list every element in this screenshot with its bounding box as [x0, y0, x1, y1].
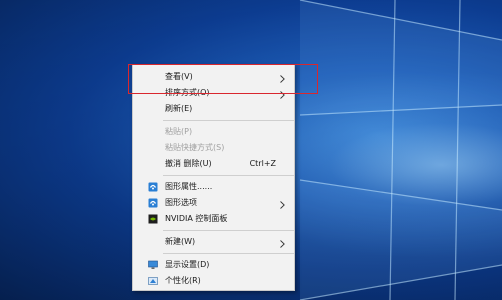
- intel-graphics-icon: [148, 198, 158, 208]
- menu-item-label: 图形属性......: [165, 182, 213, 191]
- menu-item-label: NVIDIA 控制面板: [165, 214, 228, 223]
- nvidia-icon: [148, 214, 158, 224]
- menu-item-label: 粘贴快捷方式(S): [165, 143, 225, 152]
- chevron-right-icon: [280, 199, 285, 209]
- menu-item-personalize[interactable]: 个性化(R): [133, 273, 294, 289]
- menu-item-label: 图形选项: [165, 198, 197, 207]
- menu-item-nvidia-control-panel[interactable]: NVIDIA 控制面板: [133, 211, 294, 227]
- menu-item-shortcut: Ctrl+Z: [249, 159, 276, 168]
- menu-item-graphics-properties[interactable]: 图形属性......: [133, 179, 294, 195]
- menu-item-graphics-options[interactable]: 图形选项: [133, 195, 294, 211]
- menu-item-paste-shortcut: 粘贴快捷方式(S): [133, 140, 294, 156]
- desktop-context-menu: 查看(V) 排序方式(O) 刷新(E) 粘贴(P) 粘贴快捷方式(S) 撤消 删除(U) C…: [132, 64, 295, 291]
- menu-item-undo-delete[interactable]: 撤消 删除(U) Ctrl+Z: [133, 156, 294, 172]
- menu-item-label: 显示设置(D): [165, 260, 210, 269]
- menu-item-label: 个性化(R): [165, 276, 201, 285]
- menu-item-display-settings[interactable]: 显示设置(D): [133, 257, 294, 273]
- menu-separator: [163, 175, 294, 176]
- menu-item-new[interactable]: 新建(W): [133, 234, 294, 250]
- view-item-highlight-box: [128, 64, 318, 94]
- menu-item-label: 粘贴(P): [165, 127, 193, 136]
- intel-graphics-icon: [148, 182, 158, 192]
- menu-separator: [163, 230, 294, 231]
- menu-item-paste: 粘贴(P): [133, 124, 294, 140]
- menu-item-label: 新建(W): [165, 237, 196, 246]
- personalize-icon: [148, 276, 158, 286]
- display-settings-icon: [148, 260, 158, 270]
- desktop[interactable]: 查看(V) 排序方式(O) 刷新(E) 粘贴(P) 粘贴快捷方式(S) 撤消 删除(U) C…: [0, 0, 502, 300]
- menu-item-label: 刷新(E): [165, 104, 193, 113]
- menu-separator: [163, 120, 294, 121]
- chevron-right-icon: [280, 238, 285, 248]
- menu-item-refresh[interactable]: 刷新(E): [133, 101, 294, 117]
- menu-item-label: 撤消 删除(U): [165, 159, 212, 168]
- menu-separator: [163, 253, 294, 254]
